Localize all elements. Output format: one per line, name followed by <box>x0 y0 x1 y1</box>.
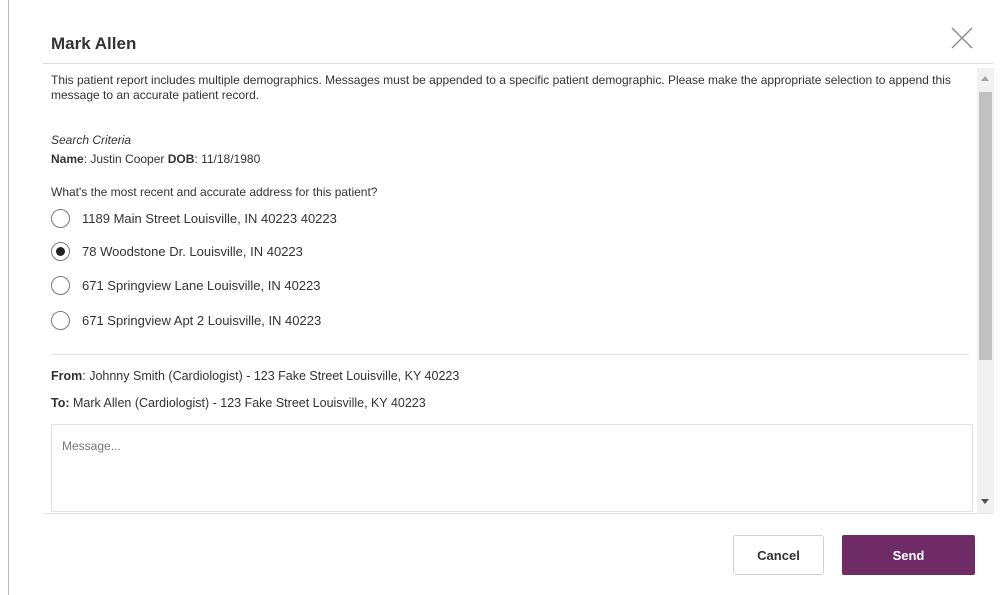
radio-button-icon[interactable] <box>51 275 70 295</box>
append-message-dialog: Mark Allen This patient report includes … <box>0 0 1005 595</box>
from-line: From: Johnny Smith (Cardiologist) - 123 … <box>51 369 459 383</box>
address-option-2[interactable]: 78 Woodstone Dr. Louisville, IN 40223 <box>51 240 303 262</box>
send-button[interactable]: Send <box>842 535 975 575</box>
to-line: To: Mark Allen (Cardiologist) - 123 Fake… <box>51 396 426 410</box>
address-question: What's the most recent and accurate addr… <box>51 185 378 199</box>
address-option-label: 1189 Main Street Louisville, IN 40223 40… <box>82 210 337 226</box>
footer-divider <box>43 513 993 514</box>
address-option-4[interactable]: 671 Springview Apt 2 Louisville, IN 4022… <box>51 309 321 331</box>
radio-button-icon[interactable] <box>51 241 70 261</box>
to-value: Mark Allen (Cardiologist) - 123 Fake Str… <box>69 396 426 410</box>
address-option-label: 671 Springview Lane Louisville, IN 40223 <box>82 277 321 293</box>
section-divider <box>51 354 969 355</box>
scrollbar[interactable] <box>977 68 994 514</box>
from-label: From <box>51 369 83 383</box>
dialog-left-border <box>8 0 9 595</box>
dialog-body: This patient report includes multiple de… <box>51 64 975 512</box>
dialog-title: Mark Allen <box>51 34 137 53</box>
name-label: Name <box>51 152 84 166</box>
chevron-up-icon[interactable] <box>981 76 989 81</box>
message-input[interactable] <box>52 425 972 511</box>
chevron-down-icon[interactable] <box>981 499 989 504</box>
address-option-label: 671 Springview Apt 2 Louisville, IN 4022… <box>82 312 322 328</box>
address-option-3[interactable]: 671 Springview Lane Louisville, IN 40223 <box>51 274 321 296</box>
to-label: To: <box>51 396 70 410</box>
close-icon <box>951 27 973 49</box>
search-criteria-details: Name: Justin Cooper DOB: 11/18/1980 <box>51 152 260 166</box>
close-button[interactable] <box>950 26 974 50</box>
message-box <box>51 424 973 512</box>
address-option-label: 78 Woodstone Dr. Louisville, IN 40223 <box>82 243 303 259</box>
name-value: : Justin Cooper <box>83 152 168 166</box>
scrollbar-thumb[interactable] <box>979 92 992 360</box>
search-criteria-heading: Search Criteria <box>51 133 132 147</box>
from-value: : Johnny Smith (Cardiologist) - 123 Fake… <box>82 369 460 383</box>
radio-button-icon[interactable] <box>51 310 70 330</box>
address-option-1[interactable]: 1189 Main Street Louisville, IN 40223 40… <box>51 207 337 229</box>
intro-text: This patient report includes multiple de… <box>51 73 951 102</box>
dob-label: DOB <box>167 152 195 166</box>
dob-value: : 11/18/1980 <box>194 152 261 166</box>
cancel-button[interactable]: Cancel <box>733 535 824 575</box>
radio-button-icon[interactable] <box>51 208 70 228</box>
